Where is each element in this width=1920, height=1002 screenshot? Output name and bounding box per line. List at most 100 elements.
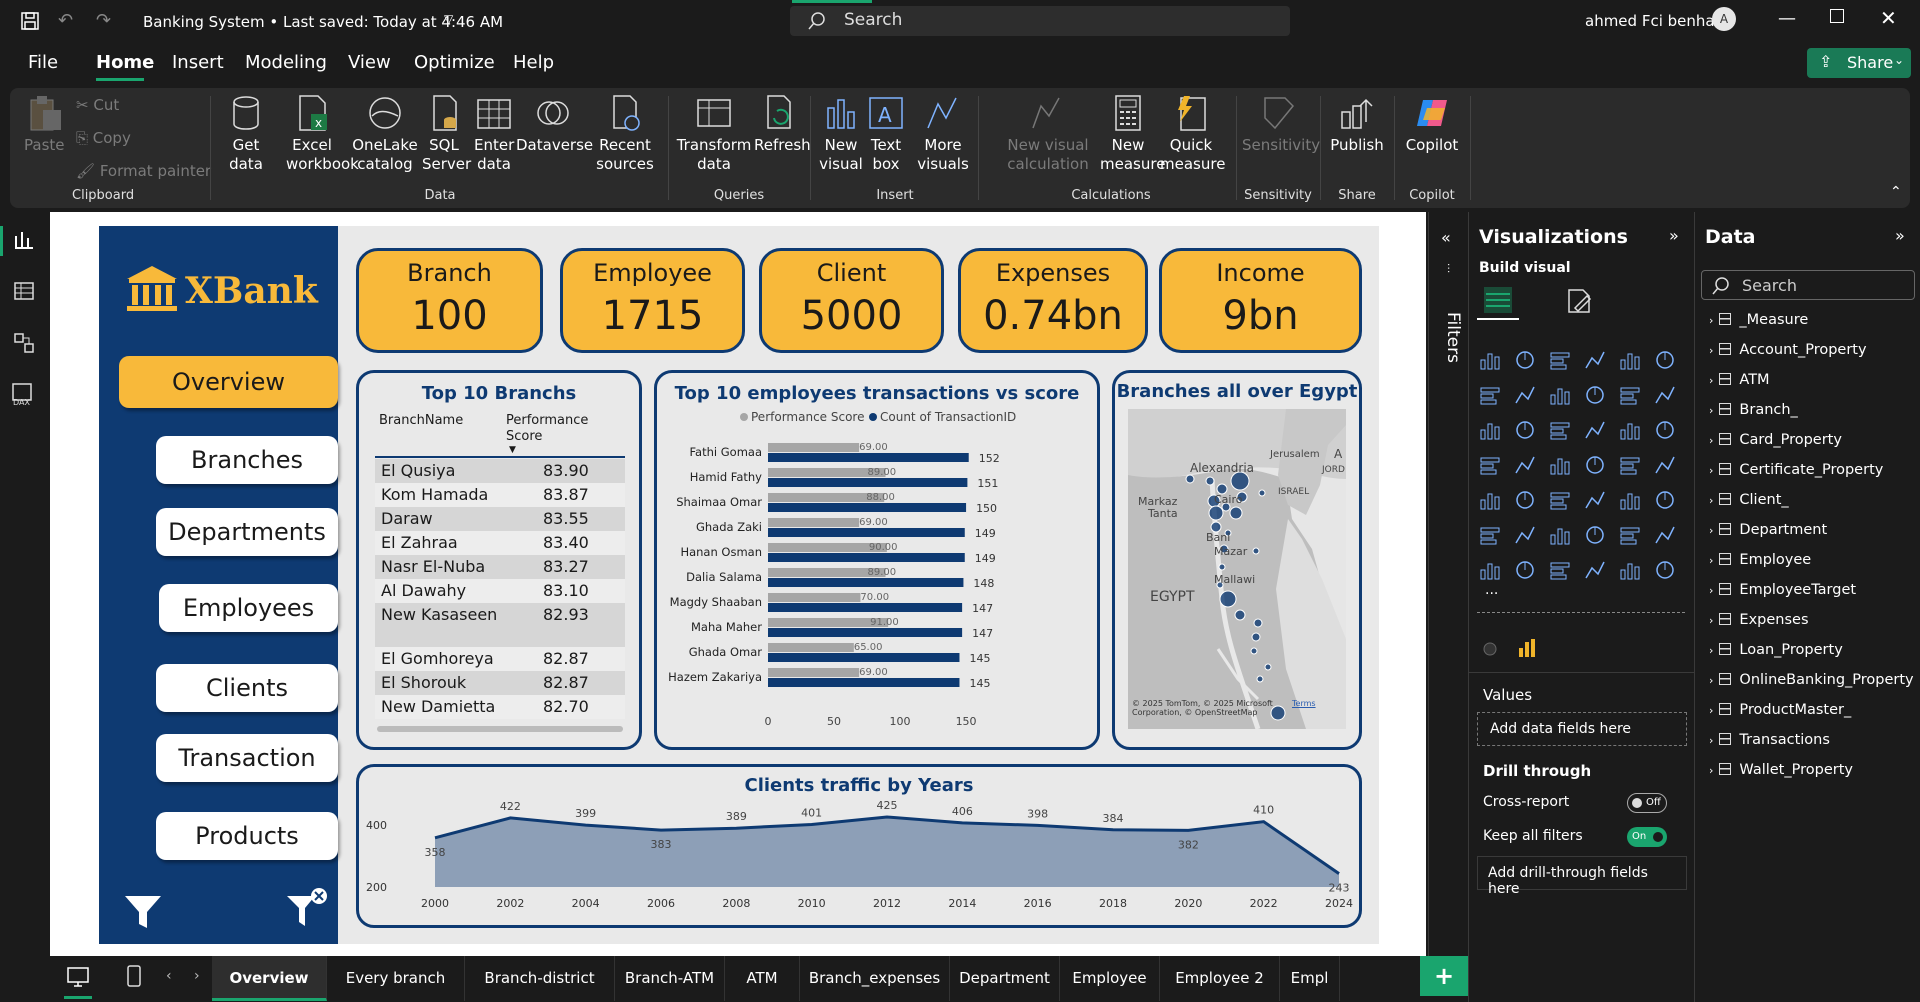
azure-map-icon[interactable] [1584,455,1606,475]
table-item[interactable]: › EmployeeTarget [1709,582,1856,604]
model-view-icon[interactable] [13,332,35,354]
table-item[interactable]: › Card_Property [1709,432,1842,454]
keep-filters-toggle[interactable]: On [1627,827,1667,847]
build-visual-tab[interactable] [1477,282,1519,320]
table-item[interactable]: › Department [1709,522,1827,544]
power-automate-icon[interactable] [1549,560,1571,580]
table-item[interactable]: › Account_Property [1709,342,1867,364]
onelake-catalog-button[interactable]: OneLake catalog [350,94,420,174]
line-column-icon[interactable] [1619,385,1641,405]
key-influencers-icon[interactable] [1514,525,1536,545]
page-tab[interactable]: Empl [1280,956,1340,1001]
matrix-icon[interactable] [1619,490,1641,510]
branch-location-bubble[interactable] [1229,506,1243,520]
drill-through-drop-zone[interactable]: Add drill-through fields here [1477,856,1687,897]
format-visual-icon[interactable] [1565,286,1593,314]
more-visuals-button[interactable]: More visuals [914,94,972,174]
nav-products-button[interactable]: Products [156,812,338,860]
page-tab[interactable]: Employee [1060,956,1160,1001]
score-bar[interactable] [768,518,860,527]
avatar[interactable]: A [1712,7,1736,31]
slicer-icon[interactable] [1549,490,1571,510]
stacked-area-icon[interactable] [1549,385,1571,405]
chevron-down-icon[interactable]: ▽ [444,12,453,26]
table-item[interactable]: › Client_ [1709,492,1789,514]
pie-icon[interactable] [1619,420,1641,440]
paginated-report-icon[interactable] [1479,560,1501,580]
branch-location-bubble[interactable] [1258,489,1266,497]
collapse-pane-icon[interactable]: » [1895,226,1905,245]
new-visual-calculation-button[interactable]: New visual calculation [1000,94,1096,174]
table-row[interactable]: New Kasaseen 82.93 [375,603,625,647]
narrative-icon[interactable] [1619,525,1641,545]
menu-insert[interactable]: Insert [172,52,224,73]
branch-location-bubble[interactable] [1208,505,1224,521]
table-row[interactable]: El Zahraa 83.40 [375,531,625,555]
sql-server-button[interactable]: SQL Server [422,94,471,174]
table-item[interactable]: › Certificate_Property [1709,462,1883,484]
quick-measure-button[interactable]: Quick measure [1160,94,1225,174]
egypt-map[interactable]: Alexandria Jerusalem ISRAEL JORD Tanta C… [1128,409,1346,729]
branch-location-bubble[interactable] [1252,547,1260,555]
save-icon[interactable] [20,11,40,31]
redo-icon[interactable]: ↷ [96,10,111,31]
line-icon[interactable] [1479,385,1501,405]
get-data-button[interactable]: Get data [220,94,272,174]
table-item[interactable]: › _Measure [1709,312,1808,334]
transactions-bar[interactable] [768,653,960,662]
transactions-bar[interactable] [768,553,965,562]
menu-help[interactable]: Help [513,52,554,73]
column-header-branchname[interactable]: BranchName [379,413,463,428]
table-item[interactable]: › Employee [1709,552,1811,574]
search-box[interactable]: Search [790,6,1290,36]
transactions-bar[interactable] [768,453,969,462]
branch-location-bubble[interactable] [1205,476,1215,486]
transactions-bar[interactable] [768,528,965,537]
metrics-icon[interactable] [1654,525,1676,545]
table-item[interactable]: › ProductMaster_ [1709,702,1851,724]
scroll-left-icon[interactable]: ‹ [166,968,172,984]
maximize-icon[interactable] [1830,9,1844,23]
transactions-bar[interactable] [768,503,967,512]
filled-map-icon[interactable] [1549,455,1571,475]
stacked-column-icon[interactable] [1514,350,1536,370]
refresh-button[interactable]: Refresh [754,94,811,155]
menu-file[interactable]: File [28,52,58,73]
nav-transaction-button[interactable]: Transaction [156,734,338,782]
copilot-button[interactable]: Copilot [1402,94,1462,155]
desktop-layout-icon[interactable] [66,966,90,988]
table-row[interactable]: Al Dawahy 83.10 [375,579,625,603]
branch-location-bubble[interactable] [1219,590,1237,608]
new-visual-button[interactable]: New visual [818,94,864,174]
nav-departments-button[interactable]: Departments [156,508,338,556]
nav-branches-button[interactable]: Branches [156,436,338,484]
clustered-column-icon[interactable] [1584,350,1606,370]
transactions-bar[interactable] [768,603,963,612]
table-row[interactable]: Daraw 83.55 [375,507,625,531]
decomposition-tree-icon[interactable] [1549,525,1571,545]
clustered-bar-icon[interactable] [1549,350,1571,370]
expand-filters-icon[interactable]: « [1441,228,1451,247]
dataverse-button[interactable]: Dataverse [516,94,593,155]
area-icon[interactable] [1514,385,1536,405]
horizontal-scrollbar[interactable] [377,726,623,732]
nav-clients-button[interactable]: Clients [156,664,338,712]
enter-data-button[interactable]: Enter data [474,94,514,174]
paste-button[interactable]: Paste [24,94,65,155]
menu-modeling[interactable]: Modeling [245,52,327,73]
100-column-icon[interactable] [1654,350,1676,370]
values-drop-zone[interactable]: Add data fields here [1477,712,1687,746]
transactions-bar[interactable] [768,478,968,487]
r-visual-icon[interactable] [1654,490,1676,510]
table-row[interactable]: El Qusiya 83.90 [375,459,625,483]
map-icon[interactable] [1514,455,1536,475]
transform-data-button[interactable]: Transform data [674,94,754,174]
stacked-bar-icon[interactable] [1479,350,1501,370]
donut-icon[interactable] [1654,420,1676,440]
table-icon[interactable] [1584,490,1606,510]
table-row[interactable]: El Shorouk 82.87 [375,671,625,695]
menu-view[interactable]: View [348,52,391,73]
transactions-bar[interactable] [768,628,963,637]
menu-optimize[interactable]: Optimize [414,52,495,73]
table-item[interactable]: › Transactions [1709,732,1830,754]
